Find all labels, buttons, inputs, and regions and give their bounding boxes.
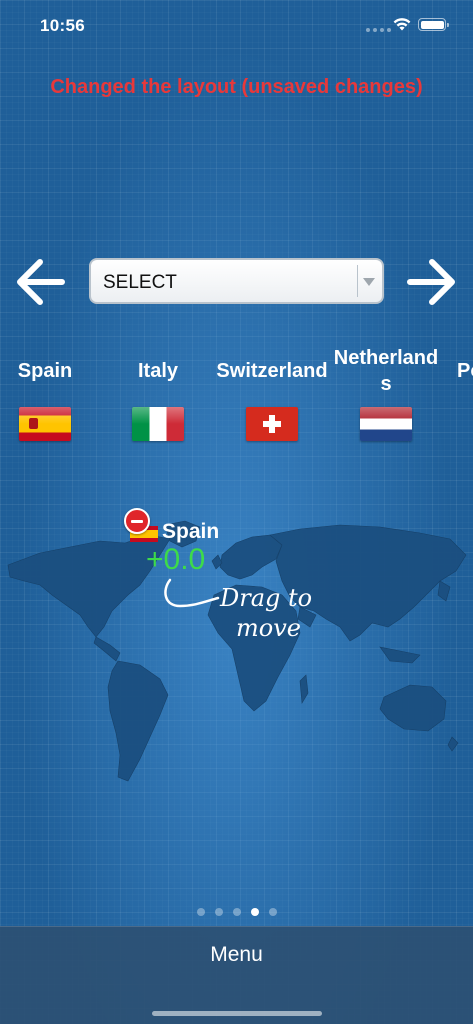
switzerland-flag-icon (246, 407, 298, 441)
wifi-icon (393, 18, 411, 31)
remove-icon[interactable] (124, 508, 150, 534)
country-item-spain[interactable]: Spain (0, 345, 102, 441)
country-select-dropdown[interactable]: SELECT (89, 258, 384, 304)
country-item-switzerland[interactable]: Switzerland (215, 345, 329, 441)
drag-hint: Drag to move (160, 578, 330, 648)
italy-flag-icon (132, 407, 184, 441)
country-name: Netherlands (333, 347, 439, 395)
country-carousel[interactable]: Spain Italy Switzerland Netherlands Po (0, 345, 473, 455)
chevron-down-icon (363, 278, 375, 286)
marker-time-offset: +0.0 (146, 543, 206, 576)
unsaved-changes-warning: Changed the layout (unsaved changes) (50, 76, 423, 98)
hint-line-1: Drag to (220, 584, 313, 612)
country-item-netherlands[interactable]: Netherlands (329, 345, 443, 441)
cellular-signal-icon (366, 28, 391, 32)
spain-flag-icon (19, 407, 71, 441)
page-dot[interactable] (196, 908, 205, 916)
battery-icon (418, 18, 449, 31)
page-dot[interactable] (214, 908, 223, 916)
country-name: Spain (17, 360, 73, 382)
select-divider (357, 265, 358, 297)
country-name: Po (457, 360, 473, 382)
status-bar: 10:56 (0, 0, 473, 50)
status-time: 10:56 (40, 16, 85, 35)
home-indicator (152, 1011, 322, 1016)
marker-country-name: Spain (162, 520, 220, 543)
netherlands-flag-icon (360, 407, 412, 441)
page-dot[interactable] (268, 908, 277, 916)
page-indicator[interactable] (0, 908, 473, 916)
bottom-bar: Menu (0, 926, 473, 1024)
hint-line-2: move (236, 614, 301, 642)
select-value: SELECT (103, 272, 177, 293)
page-dot[interactable] (232, 908, 241, 916)
curved-arrow-icon (164, 578, 220, 608)
country-name: Italy (137, 360, 179, 382)
country-name: Switzerland (216, 360, 328, 382)
menu-button[interactable]: Menu (0, 943, 473, 967)
next-arrow-button[interactable] (404, 256, 460, 308)
country-marker-spain[interactable]: Spain +0.0 (122, 508, 242, 578)
previous-arrow-button[interactable] (12, 256, 68, 308)
page-dot-active[interactable] (250, 908, 259, 916)
country-item-italy[interactable]: Italy (101, 345, 215, 441)
country-item-partial[interactable]: Po (443, 345, 473, 397)
